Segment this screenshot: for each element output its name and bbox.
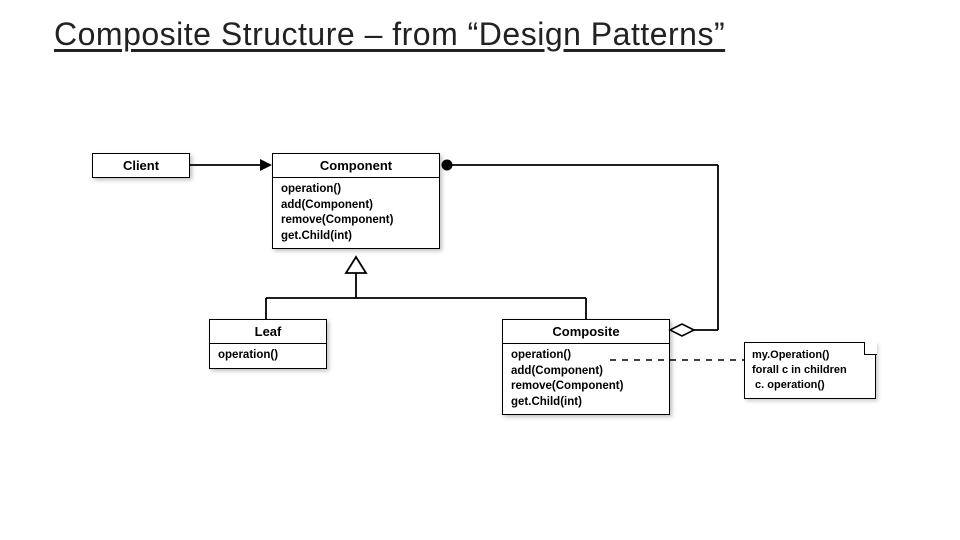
note-line: c. operation() [752, 378, 868, 393]
operation: operation() [218, 348, 318, 364]
class-name: Client [93, 154, 189, 177]
operation: operation() [511, 348, 661, 364]
diagram-canvas: Composite Structure – from “Design Patte… [0, 0, 960, 540]
class-client: Client [92, 153, 190, 178]
class-component: Component operation() add(Component) rem… [272, 153, 440, 249]
class-leaf: Leaf operation() [209, 319, 327, 369]
class-composite: Composite operation() add(Component) rem… [502, 319, 670, 415]
operation: remove(Component) [281, 213, 431, 229]
operation: add(Component) [511, 364, 661, 380]
operation: remove(Component) [511, 379, 661, 395]
operation: get.Child(int) [511, 395, 661, 411]
page-title: Composite Structure – from “Design Patte… [54, 16, 725, 53]
class-operations: operation() [210, 344, 326, 368]
class-operations: operation() add(Component) remove(Compon… [503, 344, 669, 414]
note-line: forall c in children [752, 363, 868, 378]
operation: get.Child(int) [281, 229, 431, 245]
class-name: Composite [503, 320, 669, 344]
operation: operation() [281, 182, 431, 198]
class-name: Leaf [210, 320, 326, 344]
diagram-edges [0, 0, 960, 540]
class-operations: operation() add(Component) remove(Compon… [273, 178, 439, 248]
title-text: Composite Structure – from “Design Patte… [54, 16, 725, 52]
uml-note: my.Operation() forall c in children c. o… [744, 342, 876, 399]
note-line: my.Operation() [752, 348, 868, 363]
class-name: Component [273, 154, 439, 178]
operation: add(Component) [281, 198, 431, 214]
